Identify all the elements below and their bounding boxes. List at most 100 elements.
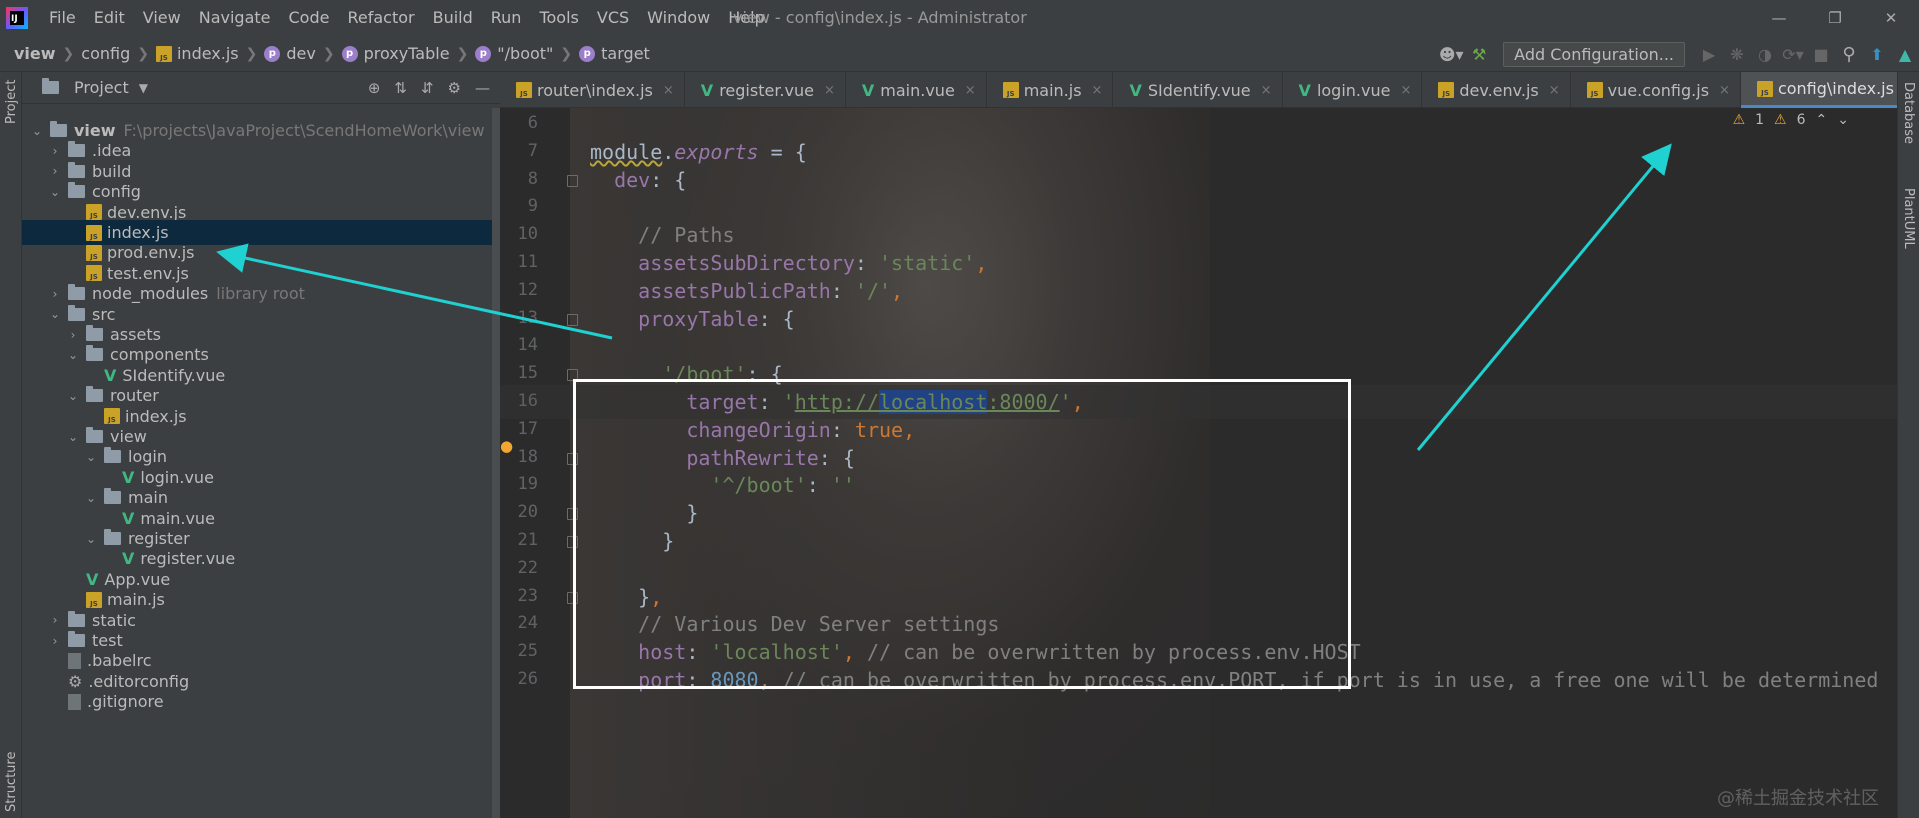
project-panel: Project ▼ ⊕ ⇅ ⇵ ⚙ — ⌄ view F:\projects\Jav…: [22, 72, 500, 818]
menu-item-build[interactable]: Build: [424, 0, 482, 36]
structure-tool-tab[interactable]: Structure: [4, 752, 19, 812]
close-tab-icon[interactable]: ×: [1400, 83, 1411, 98]
js-file-icon: JS: [1756, 80, 1773, 97]
close-tab-icon[interactable]: ×: [1549, 83, 1560, 98]
close-tab-icon[interactable]: ×: [965, 83, 976, 98]
stop-icon[interactable]: ■: [1807, 45, 1835, 64]
gear-icon[interactable]: ⚙: [448, 79, 461, 97]
build-hammer-icon[interactable]: ⚒: [1465, 45, 1493, 64]
lightbulb-icon[interactable]: ●: [500, 437, 513, 455]
close-tab-icon[interactable]: ×: [663, 83, 674, 98]
menu-item-run[interactable]: Run: [482, 0, 531, 36]
property-icon: p: [341, 45, 358, 62]
breadcrumb-folder[interactable]: config: [81, 44, 130, 63]
tree-item-label: dev.env.js: [107, 202, 187, 222]
chevron-down-icon[interactable]: ⌄: [84, 450, 98, 464]
search-icon[interactable]: ⚲: [1835, 44, 1863, 65]
chevron-down-icon[interactable]: ⌄: [84, 491, 98, 505]
breadcrumb-file[interactable]: JS index.js: [155, 44, 239, 63]
breadcrumb-prop-boot[interactable]: p "/boot": [475, 44, 553, 63]
title-bar: IJ File Edit View Navigate Code Refactor Build…: [0, 0, 1919, 36]
close-icon[interactable]: ✕: [1863, 0, 1919, 36]
menu-item-window[interactable]: Window: [638, 0, 719, 36]
menu-item-view[interactable]: View: [134, 0, 190, 36]
chevron-down-icon[interactable]: ⌄: [66, 430, 80, 444]
chevron-right-icon: ❯: [245, 45, 258, 62]
close-tab-icon[interactable]: ×: [1261, 83, 1272, 98]
tree-item[interactable]: .gitignore: [22, 689, 500, 714]
tree-item-label: build: [92, 161, 132, 181]
project-panel-title[interactable]: Project: [74, 78, 129, 97]
menu-item-navigate[interactable]: Navigate: [190, 0, 280, 36]
menu-item-code[interactable]: Code: [280, 0, 339, 36]
code-token: .: [662, 139, 675, 164]
chevron-down-icon[interactable]: ⌄: [84, 532, 98, 546]
code-token: :: [854, 251, 879, 275]
vue-file-icon: V: [700, 80, 714, 100]
folder-icon: [68, 304, 85, 321]
editor-tab[interactable]: Vmain.vue ×: [846, 72, 987, 108]
close-tab-icon[interactable]: ×: [1719, 83, 1730, 98]
breadcrumb-prop-dev[interactable]: p dev: [264, 44, 316, 63]
coverage-icon[interactable]: ◑: [1751, 45, 1779, 64]
folder-icon: [68, 141, 85, 158]
profile-icon[interactable]: ⟳▾: [1779, 45, 1807, 64]
hide-icon[interactable]: —: [475, 79, 490, 97]
highlight-box-annotation: [573, 379, 1351, 689]
editor-tab[interactable]: Vregister.vue ×: [685, 72, 846, 108]
menu-item-refactor[interactable]: Refactor: [338, 0, 423, 36]
chevron-right-icon[interactable]: ›: [48, 634, 62, 648]
chevron-down-icon[interactable]: ⌄: [66, 348, 80, 362]
chevron-right-icon[interactable]: ›: [48, 613, 62, 627]
chevron-down-icon[interactable]: ▼: [139, 81, 148, 95]
collapse-all-icon[interactable]: ⇵: [421, 79, 434, 97]
restore-icon[interactable]: ❐: [1807, 0, 1863, 36]
database-tool-tab[interactable]: Database: [1901, 82, 1916, 144]
editor-tab[interactable]: JS vue.config.js ×: [1571, 72, 1741, 108]
js-file-icon: JS: [86, 244, 102, 261]
chevron-right-icon[interactable]: ›: [48, 287, 62, 301]
editor-tab[interactable]: V SIdentify.vue ×: [1113, 72, 1283, 108]
breadcrumb-project[interactable]: view: [14, 44, 56, 63]
chevron-down-icon[interactable]: ⌄: [1837, 112, 1849, 128]
update-icon[interactable]: ⬆: [1863, 45, 1891, 64]
project-tool-tab[interactable]: Project: [4, 80, 19, 124]
minimize-icon[interactable]: —: [1751, 0, 1807, 36]
chevron-right-icon[interactable]: ›: [66, 328, 80, 342]
window-controls: — ❐ ✕: [1751, 0, 1919, 36]
menu-item-tools[interactable]: Tools: [530, 0, 587, 36]
chevron-right-icon[interactable]: ›: [48, 164, 62, 178]
editor-tab[interactable]: JS router\index.js ×: [500, 72, 685, 108]
close-tab-icon[interactable]: ×: [1092, 83, 1103, 98]
folder-icon: [104, 529, 121, 545]
run-icon[interactable]: ▶: [1695, 45, 1723, 64]
chevron-down-icon[interactable]: ⌄: [30, 124, 44, 138]
breadcrumb-prop-target[interactable]: p target: [579, 44, 650, 63]
folder-icon: [50, 121, 67, 137]
chevron-up-icon[interactable]: ⌃: [1816, 112, 1828, 128]
breadcrumb-prop-proxytable[interactable]: p proxyTable: [341, 44, 450, 63]
chevron-down-icon[interactable]: ⌄: [66, 389, 80, 403]
menu-item-vcs[interactable]: VCS: [588, 0, 638, 36]
chevron-down-icon[interactable]: ⌄: [48, 185, 62, 199]
editor-tab[interactable]: JS dev.env.js ×: [1422, 72, 1571, 108]
main-menu: File Edit View Navigate Code Refactor Build Run…: [40, 0, 774, 36]
locate-icon[interactable]: ⊕: [368, 79, 381, 97]
inspection-widget[interactable]: ⚠ 1 ⚠ 6 ⌃ ⌄: [1733, 112, 1849, 128]
chevron-down-icon[interactable]: ⌄: [48, 307, 62, 321]
editor-tab[interactable]: JS main.js ×: [987, 72, 1114, 108]
project-scrollbar[interactable]: [492, 108, 500, 818]
debug-icon[interactable]: ❋: [1723, 45, 1751, 64]
user-icon[interactable]: ☻▾: [1437, 45, 1465, 64]
chevron-right-icon[interactable]: ›: [48, 144, 62, 158]
plantuml-tool-tab[interactable]: PlantUML: [1901, 188, 1916, 249]
editor-tab[interactable]: JSconfig\index.js×: [1740, 72, 1897, 108]
menu-item-file[interactable]: File: [40, 0, 85, 36]
add-configuration-button[interactable]: Add Configuration...: [1503, 41, 1685, 67]
close-tab-icon[interactable]: ×: [824, 83, 835, 98]
folder-icon: [104, 488, 121, 505]
plugin-icon[interactable]: ▲: [1891, 45, 1919, 64]
editor-tab[interactable]: Vlogin.vue ×: [1283, 72, 1423, 108]
menu-item-edit[interactable]: Edit: [85, 0, 134, 36]
expand-all-icon[interactable]: ⇅: [394, 79, 407, 97]
